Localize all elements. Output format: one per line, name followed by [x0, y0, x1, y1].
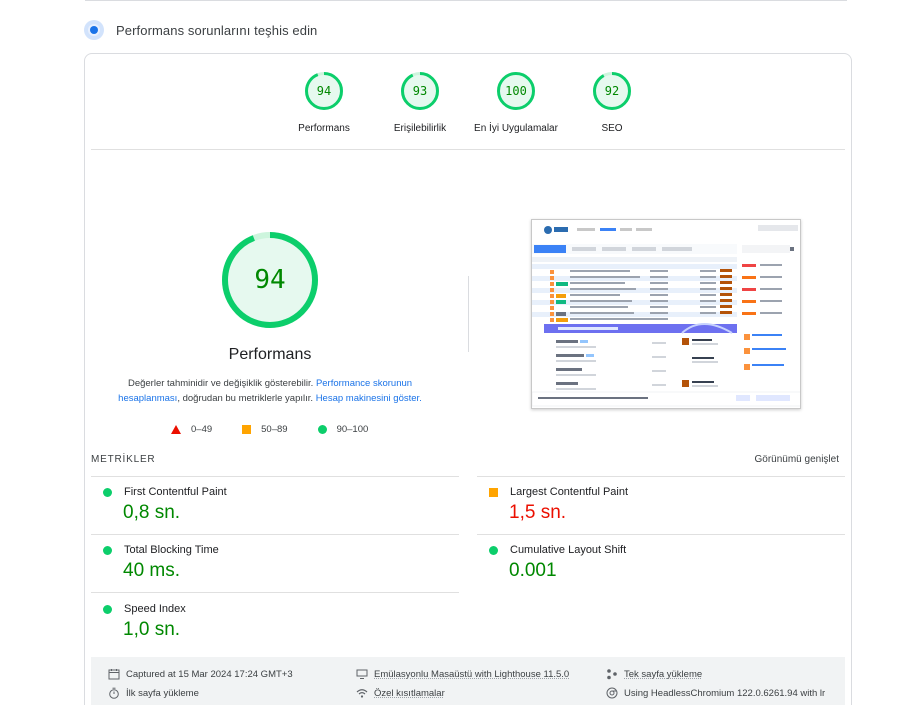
metric-speed-index: Speed Index 1,0 sn. — [91, 594, 459, 652]
runtime-settings: Captured at 15 Mar 2024 17:24 GMT+3 Emül… — [91, 657, 845, 705]
performance-score: 94 — [254, 265, 286, 295]
screenshot-image — [532, 220, 800, 408]
score-label: Erişilebilirlik — [393, 123, 447, 134]
legend-fail-label: 0–49 — [191, 424, 213, 435]
single-page-info: Tek sayfa yükleme — [606, 668, 702, 680]
score-gauge-best-practices[interactable]: 100 En İyi Uygulamalar — [471, 71, 561, 134]
triangle-icon — [171, 425, 181, 434]
browser-info: Using HeadlessChromium 122.0.6261.94 wit… — [606, 687, 825, 699]
pass-circle-icon — [103, 545, 112, 555]
pass-circle-icon — [103, 604, 112, 614]
captured-info: Captured at 15 Mar 2024 17:24 GMT+3 — [108, 668, 293, 680]
average-square-icon — [489, 487, 498, 497]
metric-value: 1,5 sn. — [509, 502, 567, 523]
score-value: 100 — [505, 84, 527, 98]
initial-load-text: İlk sayfa yükleme — [126, 687, 199, 699]
metrics-heading: METRİKLER — [91, 454, 156, 465]
legend-fail: 0–49 — [171, 424, 212, 435]
score-label: SEO — [601, 123, 623, 134]
initial-load-info: İlk sayfa yükleme — [108, 687, 199, 699]
performance-description: Değerler tahminidir ve değişiklik göster… — [107, 376, 433, 406]
metric-value: 0,8 sn. — [123, 502, 181, 523]
desktop-icon — [356, 669, 368, 679]
calendar-icon — [108, 669, 120, 680]
metric-value: 0.001 — [509, 560, 557, 581]
category-scores: 94 Performans 93 Erişilebilirlik 100 En … — [85, 54, 851, 149]
chrome-icon — [606, 687, 618, 699]
legend-pass-label: 90–100 — [336, 424, 369, 435]
throttling-text[interactable]: Özel kısıtlamalar — [374, 688, 445, 699]
emulation-info: Emülasyonlu Masaüstü with Lighthouse 11.… — [356, 668, 569, 680]
performance-gauge: 94 — [220, 230, 320, 330]
circle-icon — [317, 425, 327, 434]
wifi-icon — [356, 689, 368, 698]
metric-tbt: Total Blocking Time 40 ms. — [91, 535, 459, 593]
square-icon — [242, 425, 252, 434]
page-screenshot-thumbnail[interactable] — [531, 219, 801, 409]
report-card: 94 Performans 93 Erişilebilirlik 100 En … — [84, 53, 852, 705]
throttling-info: Özel kısıtlamalar — [356, 687, 445, 699]
metric-value: 40 ms. — [123, 560, 181, 581]
desc-text-2: , doğrudan bu metriklerle yapılır. — [177, 393, 314, 404]
metric-lcp: Largest Contentful Paint 1,5 sn. — [477, 477, 845, 535]
score-label: Performans — [298, 123, 350, 134]
pass-circle-icon — [103, 487, 112, 497]
section-header: Performans sorunlarını teşhis edin — [84, 20, 317, 40]
metric-name: Speed Index — [124, 603, 186, 615]
metric-cls: Cumulative Layout Shift 0.001 — [477, 535, 845, 593]
vertical-divider — [468, 276, 469, 352]
legend-average-label: 50–89 — [261, 424, 288, 435]
divider — [91, 149, 845, 150]
score-gauge-accessibility[interactable]: 93 Erişilebilirlik — [375, 71, 465, 134]
calculator-link[interactable]: Hesap makinesini göster. — [316, 393, 422, 404]
metric-name: First Contentful Paint — [124, 486, 227, 498]
section-title: Performans sorunlarını teşhis edin — [116, 22, 318, 38]
score-label: En İyi Uygulamalar — [474, 123, 558, 134]
performance-title: Performans — [228, 346, 312, 363]
desc-text: Değerler tahminidir ve değişiklik göster… — [127, 378, 314, 389]
score-value: 92 — [604, 84, 620, 98]
pass-circle-icon — [489, 545, 498, 555]
emulation-text[interactable]: Emülasyonlu Masaüstü with Lighthouse 11.… — [374, 669, 569, 680]
legend-pass: 90–100 — [317, 424, 369, 435]
nodes-icon — [607, 669, 617, 680]
score-gauge-seo[interactable]: 92 SEO — [567, 71, 657, 134]
captured-text: Captured at 15 Mar 2024 17:24 GMT+3 — [126, 668, 293, 680]
single-page-text[interactable]: Tek sayfa yükleme — [624, 669, 702, 680]
metric-name: Cumulative Layout Shift — [510, 544, 627, 556]
score-legend: 0–49 50–89 90–100 — [171, 424, 398, 435]
metric-value: 1,0 sn. — [123, 619, 181, 640]
diagnose-icon — [84, 20, 104, 40]
score-value: 93 — [412, 84, 428, 98]
divider — [91, 592, 459, 593]
expand-view-toggle[interactable]: Görünümü genişlet — [755, 454, 840, 465]
legend-average: 50–89 — [242, 424, 288, 435]
metric-name: Total Blocking Time — [124, 544, 219, 556]
metric-name: Largest Contentful Paint — [510, 486, 629, 498]
metric-fcp: First Contentful Paint 0,8 sn. — [91, 477, 459, 535]
top-divider — [85, 0, 847, 1]
score-gauge-performance[interactable]: 94 Performans — [279, 71, 369, 134]
score-value: 94 — [316, 84, 332, 98]
browser-text: Using HeadlessChromium 122.0.6261.94 wit… — [624, 687, 826, 699]
timer-icon — [109, 687, 119, 699]
